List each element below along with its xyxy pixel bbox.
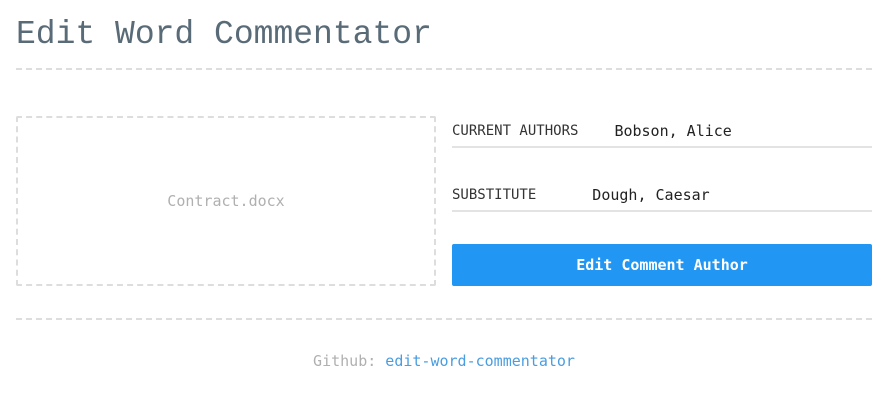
- current-authors-label: CURRENT AUTHORS: [452, 123, 579, 139]
- footer: Github: edit-word-commentator: [0, 350, 888, 372]
- file-dropzone[interactable]: Contract.docx: [16, 116, 436, 286]
- footer-label: Github:: [313, 352, 386, 370]
- current-authors-input[interactable]: [614, 120, 845, 142]
- edit-comment-author-button[interactable]: Edit Comment Author: [452, 244, 872, 286]
- dropzone-filename: Contract.docx: [167, 192, 285, 210]
- substitute-field: SUBSTITUTE: [452, 180, 872, 212]
- header-divider: [16, 68, 872, 70]
- github-link[interactable]: edit-word-commentator: [385, 352, 575, 370]
- substitute-input[interactable]: [592, 184, 823, 206]
- footer-divider: [16, 318, 872, 320]
- page-title: Edit Word Commentator: [16, 16, 432, 53]
- substitute-label: SUBSTITUTE: [452, 187, 537, 203]
- current-authors-field: CURRENT AUTHORS: [452, 116, 872, 148]
